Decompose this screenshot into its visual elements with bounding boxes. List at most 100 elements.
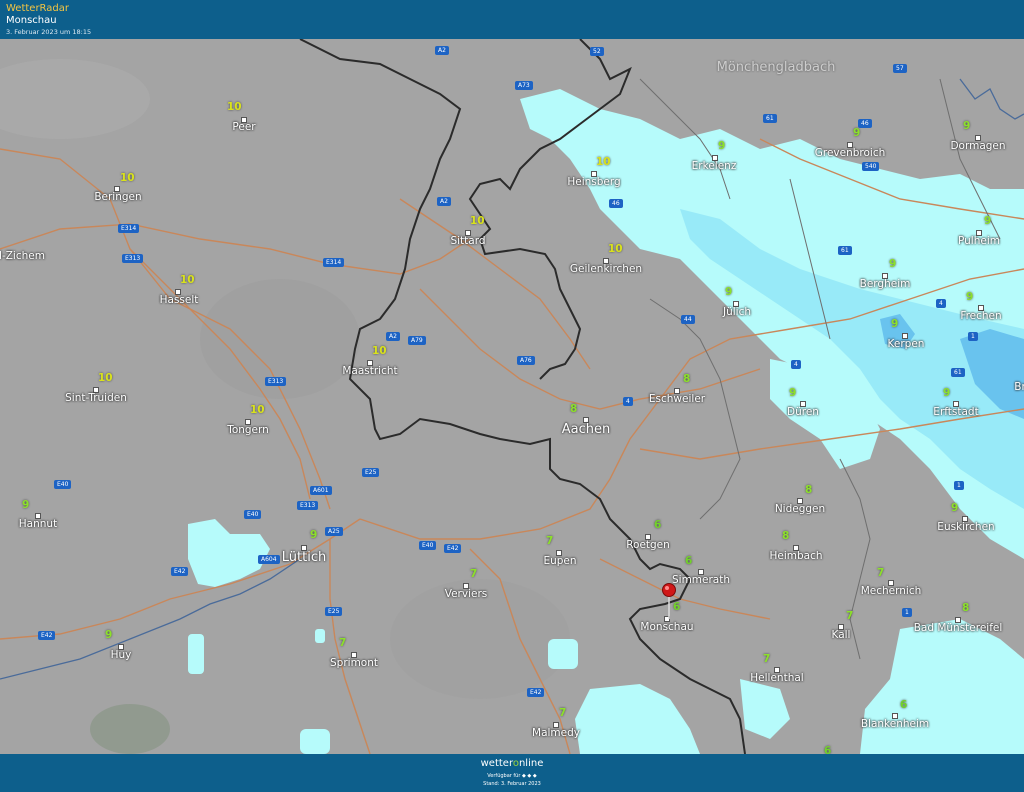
temperature-label: 7: [846, 610, 854, 622]
road-shield: A76: [517, 356, 535, 365]
terrain-shading: [0, 59, 570, 754]
brand-suffix: nline: [518, 758, 544, 769]
temperature-label: 9: [966, 291, 974, 303]
temperature-label: 10: [470, 215, 485, 227]
city-name: Hasselt: [159, 294, 199, 306]
city-name: Geilenkirchen: [569, 263, 643, 275]
city-name: Mechernich: [860, 585, 922, 597]
temperature-label: 7: [339, 637, 347, 649]
available-for-text: Verfügbar für ◆ ◆ ◆: [487, 773, 537, 779]
temperature-label: 9: [22, 499, 30, 511]
rain-cell: [300, 729, 330, 754]
road-shield: A79: [408, 336, 426, 345]
location-pin-icon[interactable]: [661, 582, 677, 620]
brand-logo[interactable]: wetteronline: [0, 758, 1024, 769]
temperature-label: 6: [900, 699, 908, 711]
city-name: Eupen: [543, 555, 577, 567]
road-shield: E25: [325, 607, 343, 616]
city-name: Euskirchen: [937, 521, 995, 533]
temperature-label: 6: [824, 745, 832, 754]
temperature-label: 9: [889, 258, 897, 270]
city-name: Grevenbroich: [814, 147, 886, 159]
road-shield: A601: [310, 486, 332, 495]
temperature-label: 9: [943, 387, 951, 399]
city-name: Frechen: [960, 310, 1002, 322]
city-name: Jülich: [722, 306, 752, 318]
rain-area-southeast: [860, 619, 1024, 754]
rain-cell: [548, 639, 578, 669]
temperature-label: 9: [310, 529, 318, 541]
road-shield: A25: [325, 527, 343, 536]
city-name: Heimbach: [769, 550, 823, 562]
temperature-label: 8: [683, 373, 691, 385]
road-shield: E42: [444, 544, 462, 553]
road-shield: 1: [968, 332, 978, 341]
city-name: Huy: [110, 649, 132, 661]
city-name: Bad Münstereifel: [913, 622, 1003, 634]
stand-date: Stand: 3. Februar 2023: [483, 781, 541, 787]
city-name: Düren: [787, 406, 819, 418]
timestamp: 3. Februar 2023 um 18:15: [6, 28, 92, 36]
road-shield: 46: [609, 199, 623, 208]
road-shield: 52: [590, 47, 604, 56]
road-shield: E40: [54, 480, 72, 489]
road-shield: A604: [258, 555, 280, 564]
temperature-label: 8: [962, 602, 970, 614]
road-shield: 4: [791, 360, 801, 369]
temperature-label: 9: [951, 502, 959, 514]
city-name: Lüttich: [281, 550, 327, 565]
city-name: Maastricht: [342, 365, 398, 377]
radar-map[interactable]: A2 52 A73 57 61 46 540 46 A2 E314 E313 E…: [0, 39, 1024, 754]
city-name: Kerpen: [887, 338, 925, 350]
city-name: Simmerath: [671, 574, 731, 586]
city-name: Mönchengladbach: [716, 60, 836, 75]
temperature-label: 9: [963, 120, 971, 132]
temperature-label: 8: [805, 484, 813, 496]
temperature-label: 10: [120, 172, 135, 184]
temperature-label: 7: [877, 567, 885, 579]
road-shield: E25: [362, 468, 380, 477]
road-shield: E313: [122, 254, 144, 263]
city-name: Sittard: [450, 235, 486, 247]
temperature-label: 9: [105, 629, 113, 641]
city-name: Nideggen: [774, 503, 826, 515]
location-name: Monschau: [6, 15, 57, 26]
city-name: Eschweiler: [648, 393, 706, 405]
road-shield: E313: [265, 377, 287, 386]
city-name: Hannut: [18, 518, 58, 530]
rain-area-south: [575, 684, 700, 754]
city-name: Sint-Truiden: [65, 392, 127, 404]
city-name: Erkelenz: [691, 160, 737, 172]
road-shield: 44: [681, 315, 695, 324]
temperature-label: 9: [853, 127, 861, 139]
road-shield: A73: [515, 81, 533, 90]
road-shield: 61: [838, 246, 852, 255]
temperature-label: 9: [725, 286, 733, 298]
city-name: Blankenheim: [860, 718, 930, 730]
city-name: Erftstadt: [933, 406, 979, 418]
city-name: Bergheim: [859, 278, 911, 290]
temperature-label: 9: [789, 387, 797, 399]
temperature-label: 7: [546, 535, 554, 547]
rain-area-southmid: [740, 679, 790, 739]
temperature-label: 10: [596, 156, 611, 168]
road-shield: 1: [902, 608, 912, 617]
road-shield: 61: [763, 114, 777, 123]
city-name: Peer: [232, 121, 256, 133]
temperature-label: 10: [250, 404, 265, 416]
city-name: Br: [1014, 381, 1024, 393]
road-shield: 540: [862, 162, 880, 171]
brand-prefix: wetter: [480, 758, 513, 769]
road-shield: E313: [297, 501, 319, 510]
temperature-label: 7: [559, 707, 567, 719]
city-name: Heinsberg: [567, 176, 621, 188]
city-name: Roetgen: [626, 539, 670, 551]
city-name: Dormagen: [950, 140, 1006, 152]
city-name: Hellenthal: [750, 672, 804, 684]
city-name: Monschau: [640, 621, 694, 633]
road-shield: A2: [437, 197, 451, 206]
temperature-label: 10: [372, 345, 387, 357]
road-shield: A2: [435, 46, 449, 55]
temperature-label: 10: [98, 372, 113, 384]
city-name: Sprimont: [330, 657, 378, 669]
